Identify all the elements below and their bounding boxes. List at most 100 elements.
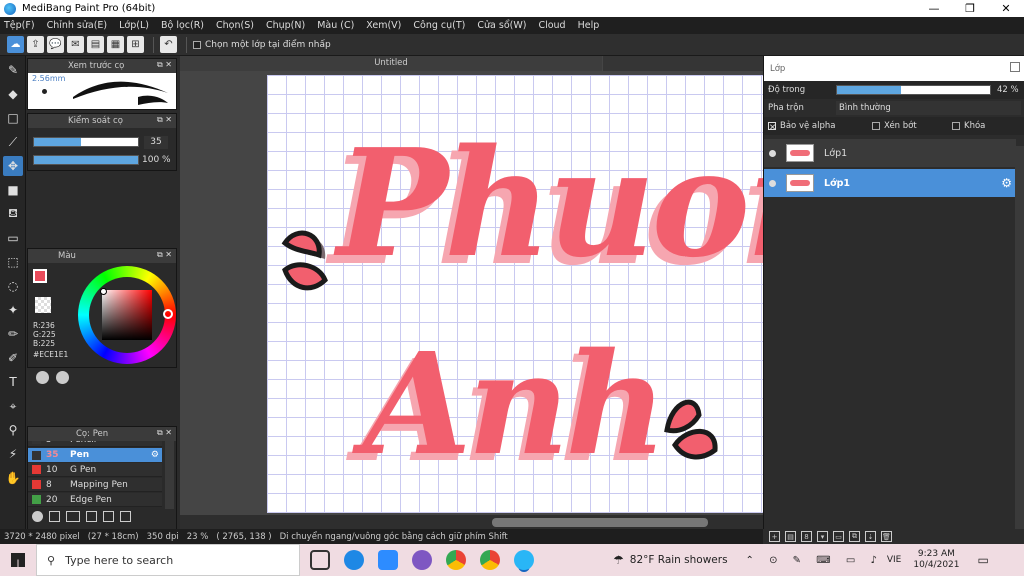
brush-folder-icon[interactable] [103,511,114,522]
panel-popout-close-icon[interactable] [1010,62,1020,72]
zoom-icon[interactable] [378,550,398,570]
merge-layer-icon[interactable]: ⇣ [865,531,876,542]
operation-tool-icon[interactable]: ⌖ [3,396,23,416]
share-icon[interactable]: ⇪ [27,36,44,53]
mail-icon[interactable]: ✉ [67,36,84,53]
lasso-tool-icon[interactable]: ◌ [3,276,23,296]
language-indicator[interactable]: VIE [887,555,902,565]
lock-checkbox[interactable] [952,122,960,130]
fill-rect-tool-icon[interactable]: ■ [3,180,23,200]
panel-popout-close-icon[interactable]: ⧉ ✕ [157,428,172,438]
weather-text[interactable]: 82°F Rain showers [630,554,728,566]
brush-add-icon[interactable] [66,511,80,522]
eyedropper-icon[interactable]: ⚲ [3,420,23,440]
menu-layer[interactable]: Lớp(L) [119,20,149,31]
layer-visibility-icon[interactable] [769,179,776,187]
medibang-taskbar-icon[interactable] [412,550,432,570]
menu-cloud[interactable]: Cloud [538,20,565,31]
close-button[interactable]: ✕ [988,2,1024,15]
layer-item[interactable]: Lớp1 ⚙ [764,169,1016,197]
edge-icon[interactable] [344,550,364,570]
manga-icon[interactable]: ▦ [107,36,124,53]
brush-opacity-slider[interactable] [33,155,139,165]
brush-window-icon[interactable] [120,511,131,522]
move-tool-icon[interactable]: ✥ [3,156,23,176]
duplicate-layer-icon[interactable]: ⧉ [849,531,860,542]
new-layer-icon[interactable]: + [769,531,780,542]
chrome-profile-icon[interactable] [480,550,500,570]
windows-start-icon[interactable] [11,553,25,567]
palette-icon[interactable] [36,371,49,384]
drawing-canvas[interactable]: Phuong Phuong Anh Anh [267,75,763,513]
select-tool-icon[interactable]: ⬚ [3,252,23,272]
brush-list-item[interactable]: 5Pencil [28,441,162,447]
brush-list-item[interactable]: 35 Pen ⚙ [28,448,162,462]
document-tab[interactable]: Untitled [180,56,602,71]
panel-popout-close-icon[interactable]: ⧉ ✕ [157,250,172,260]
protect-alpha-checkbox[interactable]: ✕ [768,122,776,133]
select-eraser-icon[interactable]: ✐ [3,348,23,368]
taskbar-search-box[interactable]: ⚲ Type here to search [36,544,300,576]
clock[interactable]: 9:23 AM 10/4/2021 [913,549,959,571]
brush-list-item[interactable]: 20 Edge Pen [28,493,162,507]
medibang-active-icon[interactable] [514,550,534,570]
brush-list-scrollbar[interactable] [165,441,174,509]
brush-tool-icon[interactable]: ✎ [3,60,23,80]
brush-size-slider[interactable] [33,137,139,147]
color-wheel[interactable] [78,266,176,364]
select-pen-icon[interactable]: ✏ [3,324,23,344]
minimize-button[interactable]: — [916,2,952,15]
text-tool-icon[interactable]: T [3,372,23,392]
gear-icon[interactable]: ⚙ [1001,176,1012,190]
brush-copy-icon[interactable] [86,511,97,522]
layer-visibility-icon[interactable] [769,149,776,157]
menu-tools[interactable]: Công cụ(T) [413,20,465,31]
grid-icon[interactable]: ⊞ [127,36,144,53]
new-8bit-layer-icon[interactable]: 8 [801,531,812,542]
menu-filter[interactable]: Bộ lọc(R) [161,20,204,31]
tray-icons[interactable]: ⌃ ⊙ ✎ ⌨ ▭ ♪ [746,555,883,566]
layer-opacity-slider[interactable] [836,85,991,95]
bucket-tool-icon[interactable]: ⛾ [3,204,23,224]
brush-size-value[interactable]: 35 [144,136,168,149]
new-layer-menu-icon[interactable]: ▾ [817,531,828,542]
chrome-icon[interactable] [446,550,466,570]
layer-blend-select[interactable]: Bình thường [836,101,1021,115]
maximize-button[interactable]: ❐ [952,2,988,15]
task-view-icon[interactable] [310,550,330,570]
page-icon[interactable]: ▤ [87,36,104,53]
blur-tool-icon[interactable]: ⚡ [3,444,23,464]
weather-icon[interactable]: ☂ [613,553,624,567]
notification-icon[interactable]: ▭ [978,553,989,567]
menu-edit[interactable]: Chỉnh sửa(E) [47,20,108,31]
menu-help[interactable]: Help [578,20,600,31]
menu-view[interactable]: Xem(V) [366,20,401,31]
delete-layer-icon[interactable]: 🗑 [881,531,892,542]
panel-popout-close-icon[interactable]: ⧉ ✕ [157,115,172,125]
palette-add-icon[interactable] [56,371,69,384]
hue-marker[interactable] [163,309,173,319]
layer-folder-icon[interactable]: ▭ [833,531,844,542]
menu-file[interactable]: Tệp(F) [4,20,35,31]
layer-item[interactable]: Lớp1 [764,139,1016,167]
undo-icon[interactable]: ↶ [160,36,177,53]
cloud-icon[interactable]: ☁ [7,36,24,53]
new-halftone-layer-icon[interactable]: ▤ [785,531,796,542]
brush-list-item[interactable]: 10 G Pen [28,463,162,477]
eraser-tool-icon[interactable]: ◆ [3,84,23,104]
clipping-checkbox[interactable] [872,122,880,130]
line-tool-icon[interactable]: ⟋ [3,132,23,152]
panel-popout-close-icon[interactable]: ⧉ ✕ [157,60,172,70]
magic-wand-icon[interactable]: ✦ [3,300,23,320]
brush-cloud-icon[interactable] [32,511,43,522]
layer-list-scrollbar[interactable] [1015,146,1024,529]
foreground-swatch[interactable] [33,269,47,283]
hand-tool-icon[interactable]: ✋ [3,468,23,488]
scroll-thumb[interactable] [492,518,708,527]
menu-color[interactable]: Màu (C) [317,20,354,31]
sample-layer-checkbox[interactable] [193,40,201,49]
gradient-tool-icon[interactable]: ▭ [3,228,23,248]
menu-select[interactable]: Chọn(S) [216,20,254,31]
brush-list-item[interactable]: 8 Mapping Pen [28,478,162,492]
color-marker[interactable] [100,288,107,295]
